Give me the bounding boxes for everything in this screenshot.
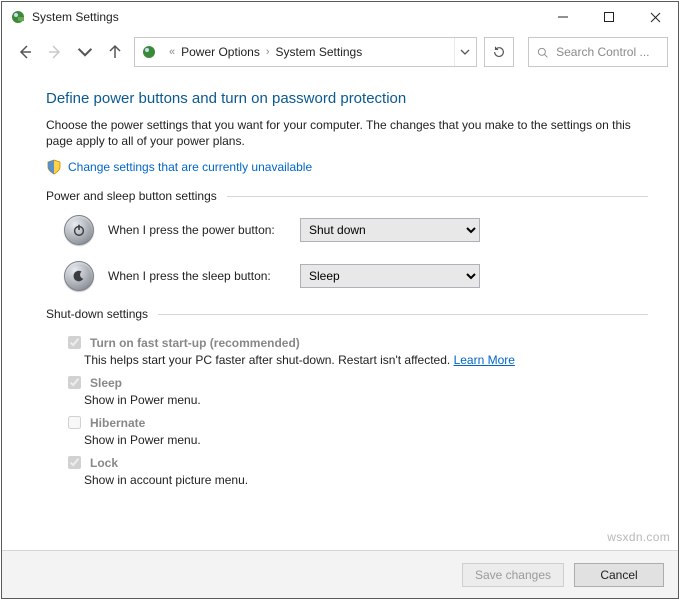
content-area: Define power buttons and turn on passwor… <box>2 72 678 550</box>
lock-label: Lock <box>90 456 118 470</box>
fast-startup-checkbox <box>68 336 81 349</box>
power-button-select[interactable]: Do nothingSleepHibernateShut down <box>300 218 480 242</box>
footer: Save changes Cancel <box>2 550 678 598</box>
close-button[interactable] <box>632 2 678 32</box>
breadcrumb-system-settings[interactable]: System Settings <box>276 45 363 59</box>
sleep-button-label: When I press the sleep button: <box>108 269 286 283</box>
forward-button <box>44 41 66 63</box>
sleep-desc: Show in Power menu. <box>84 393 648 407</box>
breadcrumb-separator: « <box>169 46 175 58</box>
divider <box>227 196 648 197</box>
hibernate-label: Hibernate <box>90 416 145 430</box>
search-input[interactable] <box>554 44 659 60</box>
hibernate-desc: Show in Power menu. <box>84 433 648 447</box>
minimize-button[interactable] <box>540 2 586 32</box>
fast-startup-desc: This helps start your PC faster after sh… <box>84 353 648 367</box>
lock-desc: Show in account picture menu. <box>84 473 648 487</box>
page-intro: Choose the power settings that you want … <box>46 117 648 149</box>
page-title: Define power buttons and turn on passwor… <box>46 90 648 107</box>
breadcrumb-power-options[interactable]: Power Options <box>181 45 260 59</box>
divider <box>158 314 648 315</box>
learn-more-link[interactable]: Learn More <box>454 353 515 367</box>
section-power-sleep: Power and sleep button settings <box>46 189 217 203</box>
chevron-right-icon: › <box>266 46 270 58</box>
sleep-button-select[interactable]: Do nothingSleepHibernateShut down <box>300 264 480 288</box>
back-button[interactable] <box>14 41 36 63</box>
sleep-checkbox <box>68 376 81 389</box>
window: System Settings <box>1 1 679 599</box>
power-icon <box>64 215 94 245</box>
cancel-button[interactable]: Cancel <box>574 563 664 587</box>
section-shutdown: Shut-down settings <box>46 307 148 321</box>
hibernate-checkbox <box>68 416 81 429</box>
breadcrumb-icon <box>141 44 157 60</box>
refresh-button[interactable] <box>484 37 514 67</box>
app-icon <box>10 9 26 25</box>
address-dropdown[interactable] <box>454 38 474 66</box>
up-button[interactable] <box>104 41 126 63</box>
save-button: Save changes <box>462 563 564 587</box>
titlebar: System Settings <box>2 2 678 32</box>
nav-row: « Power Options › System Settings <box>2 32 678 72</box>
maximize-button[interactable] <box>586 2 632 32</box>
unlock-settings-link[interactable]: Change settings that are currently unava… <box>68 160 312 174</box>
search-box[interactable] <box>528 37 668 67</box>
shield-icon <box>46 159 62 175</box>
sleep-icon <box>64 261 94 291</box>
address-bar[interactable]: « Power Options › System Settings <box>134 37 477 67</box>
power-button-label: When I press the power button: <box>108 223 286 237</box>
sleep-label: Sleep <box>90 376 122 390</box>
search-icon <box>537 46 548 59</box>
fast-startup-label: Turn on fast start-up (recommended) <box>90 336 300 350</box>
window-title: System Settings <box>32 10 119 24</box>
watermark: wsxdn.com <box>607 530 670 544</box>
history-dropdown[interactable] <box>74 41 96 63</box>
lock-checkbox <box>68 456 81 469</box>
